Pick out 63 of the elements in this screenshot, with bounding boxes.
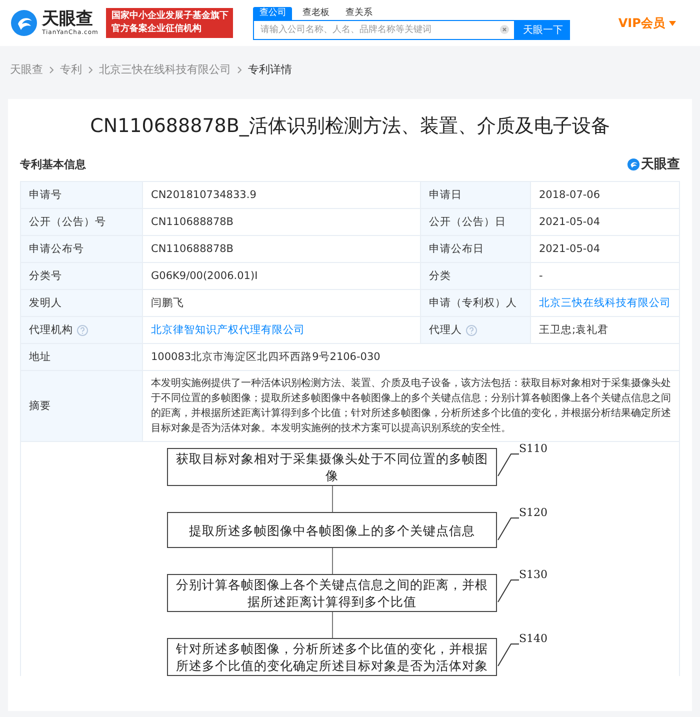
field-label: 分类号 [21, 263, 143, 290]
breadcrumb-link[interactable]: 天眼查 [10, 62, 43, 77]
field-label: 发明人 [21, 290, 143, 317]
field-value: CN201810734833.9 [151, 189, 256, 201]
patent-title: CN110688878B_活体识别检测方法、装置、介质及电子设备 [89, 114, 611, 139]
clear-icon[interactable] [500, 24, 510, 34]
search-tab[interactable]: 查关系 [339, 6, 378, 20]
help-icon[interactable] [77, 324, 88, 336]
breadcrumb-link[interactable]: 北京三快在线科技有限公司 [99, 62, 231, 77]
field-label: 申请公布号 [21, 236, 143, 263]
search-tab[interactable]: 查老板 [296, 6, 336, 20]
flow-step: 针对所述多帧图像，分析所述多个比值的变化，并根据所述多个比值的变化确定所述目标对象是否为活体对象 [167, 638, 497, 676]
field-value: G06K9/00(2006.01)I [151, 270, 258, 282]
field-label: 申请日 [421, 182, 531, 209]
field-label: 申请（专利权）人 [421, 290, 531, 317]
step-code: S130 [519, 568, 548, 581]
slogan-badge: 国家中小企业发展子基金旗下 官方备案企业征信机构 [106, 8, 234, 38]
flow-step: 分别计算各帧图像上各个关键点信息之间的距离，并根据所述距离计算得到多个比值 [167, 574, 497, 612]
field-label: 公开（公告）日 [421, 209, 531, 236]
breadcrumb-link[interactable]: 专利详情 [248, 62, 292, 77]
field-value: 闫鹏飞 [151, 296, 184, 310]
field-value: CN110688878B [151, 216, 234, 228]
field-label: 地址 [21, 344, 143, 371]
search-button[interactable]: 天眼一下 [515, 20, 570, 40]
step-code: S140 [519, 632, 548, 645]
logo-icon [627, 158, 640, 170]
brand-name: 天眼查 [641, 156, 680, 173]
connector-line [332, 486, 333, 512]
section-title: 专利基本信息 [20, 156, 86, 172]
step-code: S110 [519, 442, 548, 455]
field-value: 2021-05-04 [539, 216, 600, 228]
field-value: 2018-07-06 [539, 189, 600, 201]
field-label: 代理人 [421, 317, 531, 344]
field-value: 2021-05-04 [539, 243, 600, 255]
chevron-icon [88, 66, 93, 74]
search-tab[interactable]: 查公司 [253, 6, 292, 20]
field-label: 代理机构 [21, 317, 143, 344]
logo-icon [10, 9, 38, 37]
flow-step: 提取所述多帧图像中各帧图像上的多个关键点信息 [167, 512, 497, 548]
flow-step: 获取目标对象相对于采集摄像头处于不同位置的多帧图像 [167, 448, 497, 486]
field-value: 王卫忠;袁礼君 [539, 323, 609, 337]
field-label: 申请号 [21, 182, 143, 209]
step-code: S120 [519, 506, 548, 519]
field-label: 摘要 [21, 371, 143, 442]
vip-button[interactable]: VIP会员 [618, 14, 676, 32]
breadcrumb-link[interactable]: 专利 [60, 62, 82, 77]
search-field[interactable]: 请输入公司名称、人名、品牌名称等关键词 [253, 20, 516, 40]
caret-icon [668, 20, 676, 26]
chevron-icon [237, 66, 242, 74]
field-value: 100083北京市海淀区北四环西路9号2106-030 [151, 350, 380, 364]
field-value: CN110688878B [151, 243, 234, 255]
connector-line [332, 612, 333, 638]
field-value: - [539, 270, 543, 282]
company-link[interactable]: 北京律智知识产权代理有限公司 [151, 323, 305, 337]
connector-line [332, 548, 333, 574]
logo-name: 天眼查 [42, 9, 94, 29]
field-label: 分类 [421, 263, 531, 290]
abstract-text: 本发明实施例提供了一种活体识别检测方法、装置、介质及电子设备，该方法包括：获取目标对象相对于采集摄像头处于不同位置的多帧图像；提取所述多帧图像中各帧图像上的多个关键点信息；分别计算各帧图像上各个关键点信息之间的距离，并根据所述距离计算得到多个比值；针对所述多帧图像，分析所述多个比值的变化，并根据分析结果确定所述目标对象是否为活体对象。本发明实施例的技术方案可以提高识别系统的安全性。 [151, 376, 671, 436]
field-label: 公开（公告）号 [21, 209, 143, 236]
chevron-icon [49, 66, 54, 74]
field-label: 申请公布日 [421, 236, 531, 263]
company-link[interactable]: 北京三快在线科技有限公司 [539, 296, 671, 310]
help-icon[interactable] [466, 324, 477, 336]
